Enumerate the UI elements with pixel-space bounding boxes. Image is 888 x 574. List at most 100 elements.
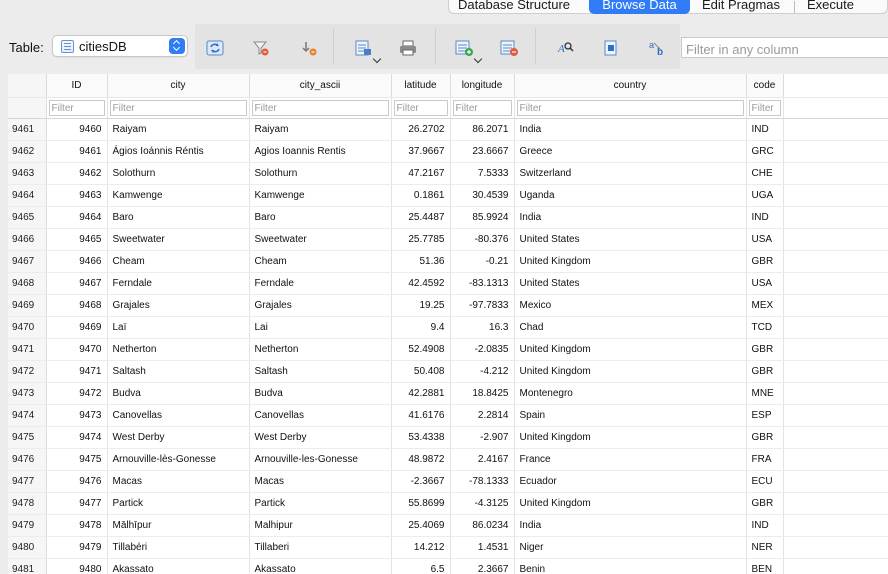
cell-latitude[interactable]: 0.1861: [391, 184, 451, 207]
row-number[interactable]: 9471: [8, 338, 47, 361]
cell-city-ascii[interactable]: Macas: [249, 470, 392, 493]
cell-id[interactable]: 9464: [46, 206, 108, 229]
cell-id[interactable]: 9465: [46, 228, 108, 251]
column-header-city[interactable]: city: [107, 74, 250, 98]
cell-country[interactable]: Greece: [514, 140, 747, 163]
cell-code[interactable]: USA: [746, 228, 784, 251]
table-row[interactable]: 9466 9465 Sweetwater Sweetwater 25.7785 -80.3…: [8, 228, 888, 251]
cell-longitude[interactable]: 30.4539: [450, 184, 515, 207]
column-header-country[interactable]: country: [514, 74, 747, 98]
table-row[interactable]: 9467 9466 Cheam Cheam 51.36 -0.21 United Kingd…: [8, 250, 888, 273]
cell-country[interactable]: Benin: [514, 558, 747, 574]
table-row[interactable]: 9480 9479 Tillabéri Tillaberi 14.212 1.4531 Ni…: [8, 536, 888, 559]
cell-country[interactable]: Switzerland: [514, 162, 747, 185]
row-number[interactable]: 9462: [8, 140, 47, 163]
cell-id[interactable]: 9467: [46, 272, 108, 295]
cell-city-ascii[interactable]: Cheam: [249, 250, 392, 273]
cell-city-ascii[interactable]: Kamwenge: [249, 184, 392, 207]
cell-city-ascii[interactable]: Akassato: [249, 558, 392, 574]
cell-city[interactable]: Macas: [107, 470, 250, 493]
table-row[interactable]: 9469 9468 Grajales Grajales 19.25 -97.7833 Mex…: [8, 294, 888, 317]
row-number[interactable]: 9474: [8, 404, 47, 427]
cell-city[interactable]: West Derby: [107, 426, 250, 449]
cell-country[interactable]: Ecuador: [514, 470, 747, 493]
cell-code[interactable]: GBR: [746, 360, 784, 383]
row-number[interactable]: 9467: [8, 250, 47, 273]
table-row[interactable]: 9477 9476 Macas Macas -2.3667 -78.1333 Ecuador…: [8, 470, 888, 493]
cell-latitude[interactable]: 25.4069: [391, 514, 451, 537]
text-format-icon[interactable]: a b: [647, 38, 669, 58]
cell-code[interactable]: GBR: [746, 426, 784, 449]
cell-city[interactable]: Ágios Ioánnis Réntis: [107, 140, 250, 163]
filter-input-code[interactable]: [748, 99, 781, 116]
table-row[interactable]: 9473 9472 Budva Budva 42.2881 18.8425 Monteneg…: [8, 382, 888, 405]
insert-record-icon[interactable]: [453, 38, 475, 58]
table-row[interactable]: 9474 9473 Canovellas Canovellas 41.6176 2.281…: [8, 404, 888, 427]
cell-city-ascii[interactable]: Solothurn: [249, 162, 392, 185]
cell-country[interactable]: Niger: [514, 536, 747, 559]
cell-country[interactable]: United States: [514, 272, 747, 295]
cell-country[interactable]: India: [514, 206, 747, 229]
cell-latitude[interactable]: 42.4592: [391, 272, 451, 295]
cell-latitude[interactable]: 37.9667: [391, 140, 451, 163]
cell-country[interactable]: Montenegro: [514, 382, 747, 405]
cell-latitude[interactable]: 55.8699: [391, 492, 451, 515]
cell-country[interactable]: Spain: [514, 404, 747, 427]
refresh-icon[interactable]: [204, 38, 226, 58]
cell-city[interactable]: Sweetwater: [107, 228, 250, 251]
cell-city[interactable]: Saltash: [107, 360, 250, 383]
cell-id[interactable]: 9471: [46, 360, 108, 383]
cell-latitude[interactable]: -2.3667: [391, 470, 451, 493]
row-number[interactable]: 9463: [8, 162, 47, 185]
cell-country[interactable]: United Kingdom: [514, 338, 747, 361]
cell-code[interactable]: BEN: [746, 558, 784, 574]
tab-browse-data[interactable]: Browse Data: [589, 0, 690, 14]
cell-city[interactable]: Akassato: [107, 558, 250, 574]
cell-longitude[interactable]: 16.3: [450, 316, 515, 339]
cell-city-ascii[interactable]: Canovellas: [249, 404, 392, 427]
table-row[interactable]: 9476 9475 Arnouville-lès-Gonesse Arnouville…: [8, 448, 888, 471]
cell-id[interactable]: 9476: [46, 470, 108, 493]
cell-city[interactable]: Raiyam: [107, 118, 250, 141]
table-row[interactable]: 9478 9477 Partick Partick 55.8699 -4.3125 Unit…: [8, 492, 888, 515]
cell-id[interactable]: 9463: [46, 184, 108, 207]
tab-edit-pragmas[interactable]: Edit Pragmas: [693, 0, 789, 14]
cell-country[interactable]: United States: [514, 228, 747, 251]
cell-city-ascii[interactable]: Baro: [249, 206, 392, 229]
column-header-latitude[interactable]: latitude: [391, 74, 451, 98]
cell-longitude[interactable]: -80.376: [450, 228, 515, 251]
cell-country[interactable]: Chad: [514, 316, 747, 339]
cell-latitude[interactable]: 26.2702: [391, 118, 451, 141]
cell-latitude[interactable]: 53.4338: [391, 426, 451, 449]
table-row[interactable]: 9479 9478 Mālhīpur Malhipur 25.4069 86.0234 In…: [8, 514, 888, 537]
cell-id[interactable]: 9478: [46, 514, 108, 537]
row-number[interactable]: 9465: [8, 206, 47, 229]
cell-country[interactable]: India: [514, 118, 747, 141]
cell-code[interactable]: GBR: [746, 250, 784, 273]
cell-longitude[interactable]: 85.9924: [450, 206, 515, 229]
table-row[interactable]: 9461 9460 Raiyam Raiyam 26.2702 86.2071 India I…: [8, 118, 888, 141]
filter-input-latitude[interactable]: [393, 99, 448, 116]
cell-longitude[interactable]: 7.5333: [450, 162, 515, 185]
cell-code[interactable]: FRA: [746, 448, 784, 471]
row-number[interactable]: 9466: [8, 228, 47, 251]
cell-city[interactable]: Canovellas: [107, 404, 250, 427]
cell-city[interactable]: Baro: [107, 206, 250, 229]
cell-city[interactable]: Kamwenge: [107, 184, 250, 207]
cell-city[interactable]: Arnouville-lès-Gonesse: [107, 448, 250, 471]
table-row[interactable]: 9475 9474 West Derby West Derby 53.4338 -2.90…: [8, 426, 888, 449]
cell-id[interactable]: 9473: [46, 404, 108, 427]
table-row[interactable]: 9470 9469 Laï Lai 9.4 16.3 Chad TCD: [8, 316, 888, 339]
row-number[interactable]: 9478: [8, 492, 47, 515]
cell-longitude[interactable]: 23.6667: [450, 140, 515, 163]
cell-code[interactable]: ESP: [746, 404, 784, 427]
cell-id[interactable]: 9477: [46, 492, 108, 515]
cell-code[interactable]: GBR: [746, 492, 784, 515]
filter-input-city-ascii[interactable]: [251, 99, 389, 116]
cell-latitude[interactable]: 42.2881: [391, 382, 451, 405]
filter-input-country[interactable]: [516, 99, 744, 116]
table-row[interactable]: 9472 9471 Saltash Saltash 50.408 -4.212 United…: [8, 360, 888, 383]
cell-longitude[interactable]: 2.3667: [450, 558, 515, 574]
filter-any-column-input[interactable]: [681, 37, 888, 58]
cell-code[interactable]: MEX: [746, 294, 784, 317]
